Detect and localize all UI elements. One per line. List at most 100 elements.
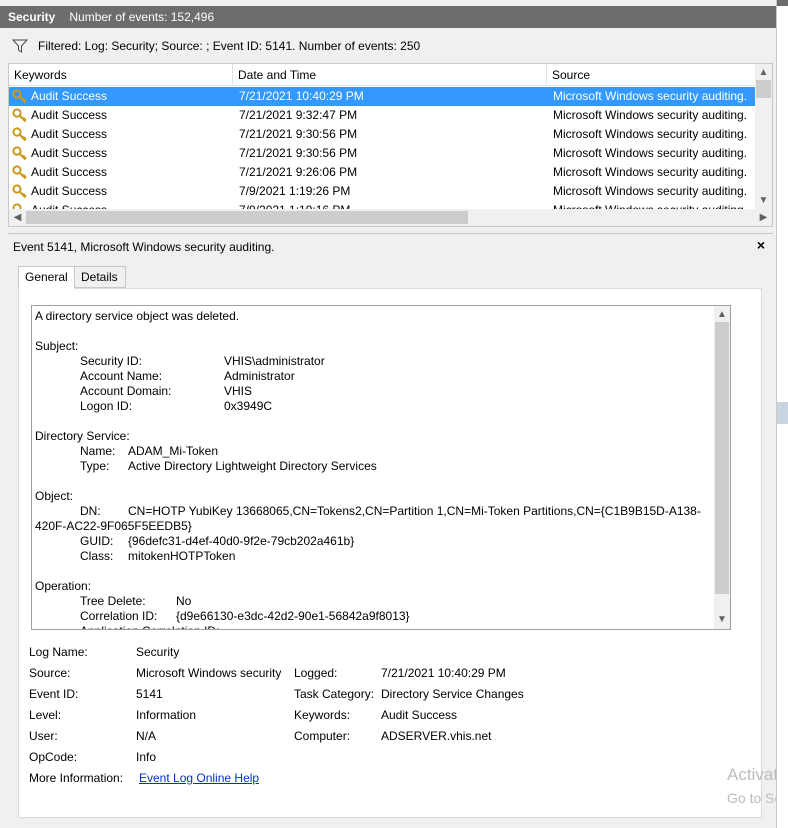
- scroll-thumb[interactable]: [715, 322, 729, 594]
- column-keywords[interactable]: Keywords: [9, 64, 233, 86]
- user-value: N/A: [136, 729, 157, 743]
- list-horizontal-scrollbar[interactable]: ◀ ▶: [9, 209, 772, 226]
- message-value: {96defc31-d4ef-40d0-9f2e-79cb202a461b}: [128, 534, 355, 548]
- key-icon: [12, 146, 27, 161]
- filter-text: Filtered: Log: Security; Source: ; Event…: [38, 39, 421, 53]
- message-label: Account Domain:: [80, 384, 172, 398]
- keywords-value: Audit Success: [381, 708, 458, 722]
- row-date-time: 7/21/2021 10:40:29 PM: [239, 89, 364, 103]
- message-label: Application Correlation ID:: [80, 624, 219, 629]
- filter-icon: [12, 39, 28, 53]
- message-value: 0x3949C: [224, 399, 273, 413]
- key-icon: [12, 165, 27, 180]
- log-name: Security: [8, 10, 56, 24]
- keywords-label: Keywords:: [294, 708, 351, 722]
- message-label: A directory service object was deleted.: [35, 309, 240, 323]
- row-keyword: Audit Success: [31, 184, 108, 198]
- table-row[interactable]: Audit Success 7/21/2021 9:26:06 PM Microso…: [9, 163, 757, 182]
- message-label: Security ID:: [80, 354, 143, 368]
- row-source: Microsoft Windows security auditing.: [553, 165, 748, 179]
- table-row[interactable]: Audit Success 7/9/2021 1:19:26 PM Microsof…: [9, 182, 757, 201]
- right-actions-strip: [776, 0, 788, 828]
- logged-label: Logged:: [294, 666, 338, 680]
- row-date-time: 7/21/2021 9:30:56 PM: [239, 127, 358, 141]
- table-row[interactable]: Audit Success 7/21/2021 9:32:47 PM Microso…: [9, 106, 757, 125]
- scroll-up-arrow-icon[interactable]: ▲: [755, 64, 772, 81]
- source-value: Microsoft Windows security: [136, 666, 282, 680]
- general-tab-panel: A directory service object was deleted. S…: [18, 288, 762, 818]
- message-vertical-scrollbar[interactable]: ▲ ▼: [714, 306, 730, 629]
- message-label: Logon ID:: [80, 399, 133, 413]
- message-value: No: [176, 594, 192, 608]
- row-keyword: Audit Success: [31, 146, 108, 160]
- message-label: 420F-AC22-9F065F5EEDB5}: [35, 519, 192, 533]
- row-keyword: Audit Success: [31, 89, 108, 103]
- table-row[interactable]: Audit Success 7/21/2021 9:30:56 PM Microso…: [9, 144, 757, 163]
- level-label: Level:: [29, 708, 62, 722]
- message-label: Object:: [35, 489, 74, 503]
- event-id-label: Event ID:: [29, 687, 79, 701]
- scroll-thumb[interactable]: [756, 80, 771, 98]
- opcode-label: OpCode:: [29, 750, 78, 764]
- activation-watermark-title: Activat: [727, 765, 779, 784]
- table-row[interactable]: Audit Success 7/21/2021 9:30:56 PM Microso…: [9, 125, 757, 144]
- event-viewer-window: Security Number of events: 152,496 Filte…: [0, 0, 788, 828]
- message-label: Operation:: [35, 579, 92, 593]
- row-date-time: 7/21/2021 9:26:06 PM: [239, 165, 358, 179]
- row-date-time: 7/9/2021 1:19:26 PM: [239, 184, 351, 198]
- message-value: Administrator: [224, 369, 295, 383]
- row-keyword: Audit Success: [31, 127, 108, 141]
- log-name-label: Log Name:: [29, 645, 88, 659]
- row-date-time: 7/21/2021 9:32:47 PM: [239, 108, 358, 122]
- row-source: Microsoft Windows security auditing.: [553, 89, 748, 103]
- event-message-box[interactable]: A directory service object was deleted. S…: [31, 305, 731, 630]
- row-source: Microsoft Windows security auditing.: [553, 146, 748, 160]
- tab-details[interactable]: Details: [74, 266, 126, 288]
- filter-bar: Filtered: Log: Security; Source: ; Event…: [6, 32, 776, 60]
- message-label: Class:: [80, 549, 114, 563]
- table-row[interactable]: Audit Success 7/21/2021 10:40:29 PM Micros…: [9, 87, 757, 106]
- event-count: Number of events: 152,496: [69, 10, 215, 24]
- message-label: Type:: [80, 459, 110, 473]
- computer-label: Computer:: [294, 729, 351, 743]
- log-title-bar: Security Number of events: 152,496: [0, 6, 776, 28]
- message-value: ADAM_Mi-Token: [128, 444, 219, 458]
- row-keyword: Audit Success: [31, 165, 108, 179]
- column-date-time[interactable]: Date and Time: [233, 64, 547, 86]
- key-icon: [12, 89, 27, 104]
- message-label: GUID:: [80, 534, 114, 548]
- log-name-value: Security: [136, 645, 180, 659]
- message-value: mitokenHOTPToken: [128, 549, 236, 563]
- key-icon: [12, 108, 27, 123]
- scroll-down-arrow-icon[interactable]: ▼: [714, 611, 730, 628]
- scroll-thumb[interactable]: [26, 211, 468, 224]
- row-source: Microsoft Windows security auditing.: [553, 127, 748, 141]
- scroll-up-arrow-icon[interactable]: ▲: [714, 306, 730, 323]
- message-label: Directory Service:: [35, 429, 130, 443]
- task-category-label: Task Category:: [294, 687, 375, 701]
- event-detail-pane: Event 5141, Microsoft Windows security a…: [8, 233, 773, 821]
- row-keyword: Audit Success: [31, 108, 108, 122]
- message-value: Active Directory Lightweight Directory S…: [128, 459, 377, 473]
- list-vertical-scrollbar[interactable]: ▲ ▼: [755, 64, 772, 210]
- level-value: Information: [136, 708, 197, 722]
- event-id-value: 5141: [136, 687, 163, 701]
- scroll-right-arrow-icon[interactable]: ▶: [755, 209, 772, 226]
- row-source: Microsoft Windows security auditing.: [553, 184, 748, 198]
- message-label: Tree Delete:: [80, 594, 146, 608]
- message-value: {d9e66130-e3dc-42d2-90e1-56842a9f8013}: [176, 609, 410, 623]
- event-log-online-help-link[interactable]: Event Log Online Help: [139, 771, 259, 785]
- source-label: Source:: [29, 666, 71, 680]
- message-label: Correlation ID:: [80, 609, 158, 623]
- message-label: DN:: [80, 504, 101, 518]
- scroll-left-arrow-icon[interactable]: ◀: [9, 209, 26, 226]
- column-source[interactable]: Source: [547, 64, 757, 86]
- close-icon[interactable]: ×: [757, 237, 765, 253]
- tab-general[interactable]: General: [18, 266, 75, 289]
- events-list[interactable]: Keywords Date and Time Source Audit Succ…: [8, 63, 773, 227]
- row-date-time: 7/21/2021 9:30:56 PM: [239, 146, 358, 160]
- message-value: -: [226, 624, 230, 629]
- scroll-down-arrow-icon[interactable]: ▼: [755, 192, 772, 209]
- opcode-value: Info: [136, 750, 157, 764]
- detail-title: Event 5141, Microsoft Windows security a…: [13, 240, 275, 254]
